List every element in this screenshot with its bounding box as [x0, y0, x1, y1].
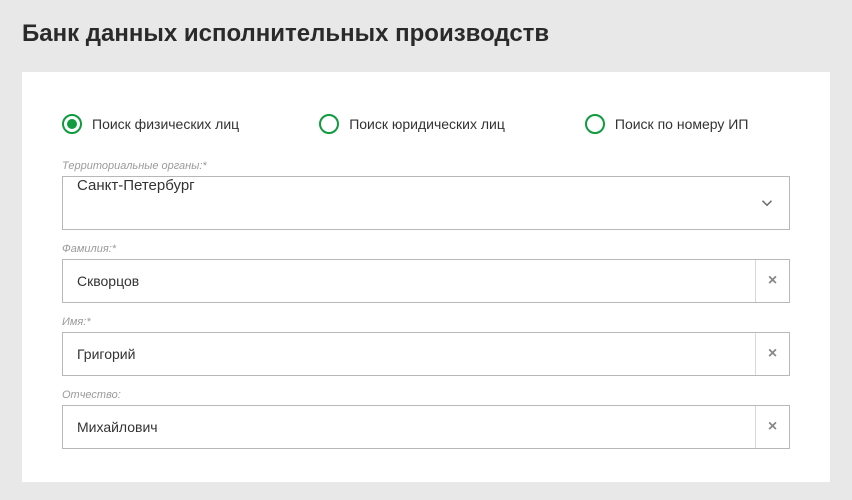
- clear-lastname-button[interactable]: ×: [755, 260, 789, 302]
- patronymic-input-wrapper: ×: [62, 405, 790, 449]
- patronymic-input[interactable]: [63, 406, 755, 448]
- page-title: Банк данных исполнительных производств: [0, 0, 852, 72]
- firstname-input[interactable]: [63, 333, 755, 375]
- close-icon: ×: [768, 272, 777, 290]
- patronymic-field-group: Отчество: ×: [62, 389, 790, 449]
- lastname-input-wrapper: ×: [62, 259, 790, 303]
- radio-by-number[interactable]: Поиск по номеру ИП: [585, 114, 749, 134]
- radio-icon: [62, 114, 82, 134]
- search-type-radios: Поиск физических лиц Поиск юридических л…: [62, 114, 790, 134]
- patronymic-label: Отчество:: [62, 389, 790, 401]
- radio-legal-label: Поиск юридических лиц: [349, 116, 505, 132]
- search-form-panel: Поиск физических лиц Поиск юридических л…: [22, 72, 830, 482]
- lastname-label: Фамилия:*: [62, 243, 790, 255]
- clear-patronymic-button[interactable]: ×: [755, 406, 789, 448]
- radio-individual-label: Поиск физических лиц: [92, 116, 239, 132]
- territory-select[interactable]: Санкт-Петербург: [62, 176, 790, 230]
- radio-by-number-label: Поиск по номеру ИП: [615, 116, 749, 132]
- territory-field-group: Территориальные органы:* Санкт-Петербург: [62, 160, 790, 230]
- chevron-down-icon[interactable]: [745, 177, 789, 229]
- firstname-input-wrapper: ×: [62, 332, 790, 376]
- territory-label: Территориальные органы:*: [62, 160, 790, 172]
- lastname-input[interactable]: [63, 260, 755, 302]
- radio-legal[interactable]: Поиск юридических лиц: [319, 114, 505, 134]
- clear-firstname-button[interactable]: ×: [755, 333, 789, 375]
- radio-icon: [585, 114, 605, 134]
- close-icon: ×: [768, 418, 777, 436]
- firstname-label: Имя:*: [62, 316, 790, 328]
- firstname-field-group: Имя:* ×: [62, 316, 790, 376]
- lastname-field-group: Фамилия:* ×: [62, 243, 790, 303]
- territory-value: Санкт-Петербург: [63, 177, 745, 229]
- close-icon: ×: [768, 345, 777, 363]
- radio-icon: [319, 114, 339, 134]
- radio-individual[interactable]: Поиск физических лиц: [62, 114, 239, 134]
